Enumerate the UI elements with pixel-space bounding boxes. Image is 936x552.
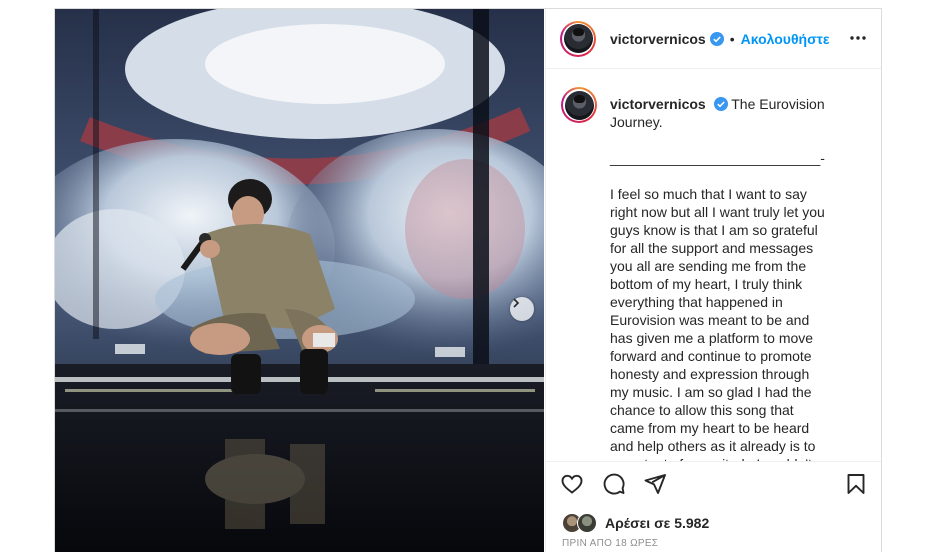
- likes-count[interactable]: Αρέσει σε 5.982: [605, 515, 709, 531]
- instagram-post: victorvernicos • Ακολουθήστε victorverni…: [54, 8, 882, 552]
- follow-button[interactable]: Ακολουθήστε: [741, 31, 830, 47]
- post-side-panel: victorvernicos • Ακολουθήστε victorverni…: [545, 9, 881, 552]
- chevron-right-icon: [513, 298, 520, 308]
- next-photo-button[interactable]: [510, 297, 534, 321]
- author-username[interactable]: victorvernicos: [610, 31, 706, 47]
- author-avatar[interactable]: [560, 20, 596, 57]
- caption-area[interactable]: victorvernicos The Eurovision Journey. _…: [546, 69, 881, 461]
- paper-plane-icon[interactable]: [643, 472, 667, 496]
- heart-icon[interactable]: [560, 472, 584, 496]
- post-timestamp[interactable]: ΠΡΙΝ ΑΠΟ 18 ΩΡΕΣ: [562, 538, 658, 549]
- caption-author-avatar[interactable]: [561, 87, 597, 123]
- post-photo[interactable]: [55, 9, 544, 552]
- caption-divider: ___________________________-: [610, 150, 825, 166]
- bookmark-icon[interactable]: [844, 472, 868, 496]
- stage-photo-illustration: [55, 9, 544, 552]
- comment-icon[interactable]: [602, 472, 626, 496]
- liker-avatar[interactable]: [577, 513, 597, 533]
- caption-username[interactable]: victorvernicos: [610, 96, 706, 112]
- likes-row[interactable]: Αρέσει σε 5.982: [562, 513, 709, 533]
- more-options-icon[interactable]: [848, 28, 868, 48]
- caption-body: I feel so much that I want to say right …: [610, 186, 825, 461]
- separator-dot: •: [729, 30, 735, 47]
- post-header: victorvernicos • Ακολουθήστε: [546, 9, 881, 69]
- verified-badge-icon: [713, 97, 728, 111]
- caption-text: victorvernicos The Eurovision Journey. _…: [610, 95, 830, 461]
- post-actions: Αρέσει σε 5.982 ΠΡΙΝ ΑΠΟ 18 ΩΡΕΣ: [546, 461, 881, 552]
- verified-badge-icon: [709, 31, 724, 46]
